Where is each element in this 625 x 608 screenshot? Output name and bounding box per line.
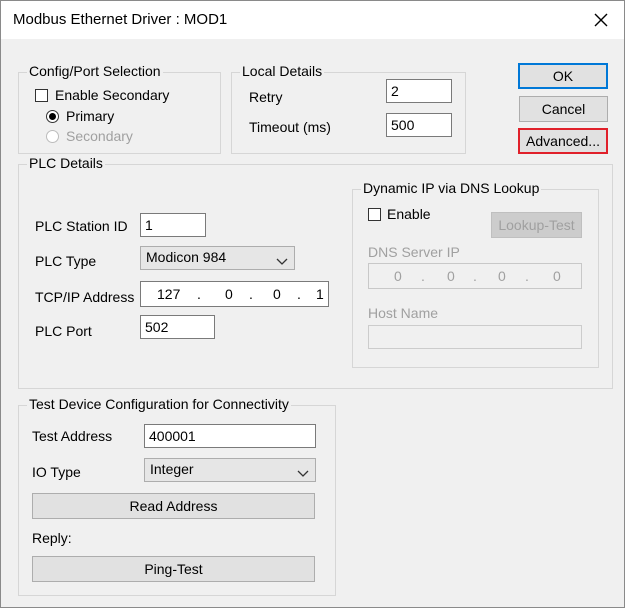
test-address-label: Test Address [32,428,113,444]
ip-dot: . [473,268,477,284]
host-name-label: Host Name [368,305,439,321]
window-title: Modbus Ethernet Driver : MOD1 [13,11,228,28]
timeout-input[interactable]: 500 [386,113,452,137]
test-address-input[interactable]: 400001 [144,424,316,448]
timeout-label: Timeout (ms) [249,119,331,135]
dns-server-input[interactable]: 0 . 0 . 0 . 0 [368,263,582,289]
secondary-label: Secondary [66,128,133,144]
plc-details-label: PLC Details [27,155,105,171]
plc-station-input[interactable]: 1 [140,213,206,237]
dns-enable-label: Enable [387,206,431,222]
io-type-value: Integer [150,461,194,477]
io-type-label: IO Type [32,464,81,480]
plc-station-label: PLC Station ID [35,218,128,234]
ip-dot: . [197,286,201,302]
dns-octet: 0 [447,268,455,284]
primary-label: Primary [66,108,115,124]
enable-secondary-label: Enable Secondary [55,87,170,103]
ping-test-button[interactable]: Ping-Test [32,556,315,582]
ip-octet: 1 [316,286,324,302]
ip-octet: 0 [273,286,281,302]
test-device-label: Test Device Configuration for Connectivi… [27,396,291,412]
close-icon[interactable] [588,7,614,33]
retry-label: Retry [249,89,283,105]
dns-octet: 0 [394,268,402,284]
reply-label: Reply: [32,530,72,546]
cancel-button[interactable]: Cancel [519,96,608,122]
dialog-window: Modbus Ethernet Driver : MOD1 Config/Por… [0,0,625,608]
dns-server-label: DNS Server IP [368,244,460,260]
dns-enable-checkbox[interactable] [368,208,381,221]
host-name-input[interactable] [368,325,582,349]
advanced-button[interactable]: Advanced... [518,128,608,154]
read-address-button[interactable]: Read Address [32,493,315,519]
tcp-ip-label: TCP/IP Address [35,289,135,305]
ip-dot: . [297,286,301,302]
plc-port-input[interactable]: 502 [140,315,215,339]
dynamic-ip-label: Dynamic IP via DNS Lookup [361,180,542,196]
ip-octet: 127 [157,286,181,302]
ip-dot: . [249,286,253,302]
plc-port-label: PLC Port [35,323,92,339]
retry-input[interactable]: 2 [386,79,452,103]
local-details-label: Local Details [240,63,325,79]
ip-dot: . [525,268,529,284]
ok-button[interactable]: OK [518,63,608,89]
ip-dot: . [421,268,425,284]
ip-octet: 0 [225,286,233,302]
chevron-down-icon [297,464,309,477]
lookup-test-button[interactable]: Lookup-Test [491,212,582,238]
dns-octet: 0 [553,268,561,284]
io-type-select[interactable]: Integer [144,458,316,482]
tcp-ip-input[interactable]: 127 . 0 . 0 . 1 [140,281,329,307]
plc-type-value: Modicon 984 [146,249,227,265]
dns-octet: 0 [498,268,506,284]
config-port-label: Config/Port Selection [27,63,163,79]
plc-type-label: PLC Type [35,253,97,269]
chevron-down-icon [276,252,288,265]
plc-type-select[interactable]: Modicon 984 [140,246,295,270]
title-bar[interactable]: Modbus Ethernet Driver : MOD1 [1,1,624,39]
primary-radio[interactable] [46,110,59,123]
enable-secondary-checkbox[interactable] [35,89,48,102]
secondary-radio[interactable] [46,130,59,143]
